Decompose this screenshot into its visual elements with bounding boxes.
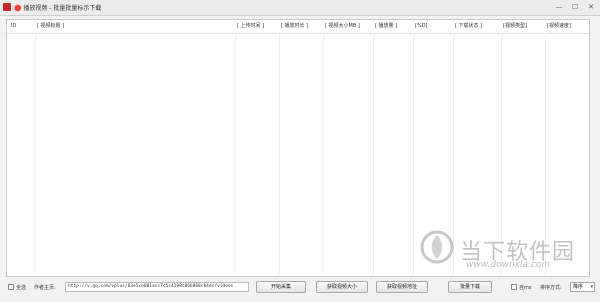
column-header-download-status[interactable]: [ 下载状态 ]: [453, 20, 501, 33]
column-divider: [373, 33, 374, 276]
watermark-logo-icon: [420, 230, 454, 264]
column-header-video-type[interactable]: [视频类型]: [501, 20, 545, 33]
get-video-size-button[interactable]: 获取视频大小: [316, 281, 368, 293]
column-divider: [279, 33, 280, 276]
column-header-title[interactable]: [ 视频标题 ]: [35, 20, 235, 33]
auto-checkbox[interactable]: [511, 284, 517, 290]
minimize-button[interactable]: —: [552, 1, 566, 13]
homepage-label: 作者主页:: [34, 285, 56, 291]
column-header-views[interactable]: [ 播放量 ]: [373, 20, 413, 33]
column-divider: [323, 33, 324, 276]
homepage-url-input[interactable]: http://v.qq.com/vplus/83e5ce081acc7c5c41…: [65, 282, 249, 292]
list-header: ID [ 视频标题 ] [ 上传时间 ] [ 播放时长 ] [ 视频大小MB ]…: [7, 20, 589, 34]
sort-order-select[interactable]: 降序 ▾: [570, 282, 595, 292]
bottom-toolbar: 全选 作者主页: http://v.qq.com/vplus/83e5ce081…: [0, 279, 600, 302]
select-all-label: 全选: [16, 285, 27, 291]
app-icon: [3, 3, 11, 11]
column-header-video-speed[interactable]: [视频速度]: [545, 20, 589, 33]
auto-label: 自ms: [519, 285, 532, 291]
column-divider: [235, 33, 236, 276]
window-title: 🔴 播放视频 - 批量批量标示下载: [14, 5, 102, 12]
column-header-upload-time[interactable]: [ 上传时间 ]: [235, 20, 279, 33]
sort-order-value: 降序: [573, 284, 584, 290]
maximize-button[interactable]: ☐: [568, 1, 582, 13]
chevron-down-icon: ▾: [590, 284, 593, 290]
column-header-id[interactable]: ID: [9, 20, 35, 33]
watermark-url: www.downxia.com: [466, 260, 551, 270]
column-header-percent[interactable]: [%D]: [413, 20, 453, 33]
get-video-url-button[interactable]: 获取视频地址: [376, 281, 428, 293]
start-collect-button[interactable]: 开始采集: [256, 281, 306, 293]
title-bar: 🔴 播放视频 - 批量批量标示下载 — ☐ ✕: [0, 0, 600, 16]
batch-download-button[interactable]: 批量下载: [448, 281, 492, 293]
sort-label: 排序方式:: [540, 285, 562, 291]
column-divider: [413, 33, 414, 276]
column-divider: [35, 33, 36, 276]
close-button[interactable]: ✕: [584, 1, 598, 13]
column-header-duration[interactable]: [ 播放时长 ]: [279, 20, 323, 33]
app-window: 🔴 播放视频 - 批量批量标示下载 — ☐ ✕ ID [ 视频标题 ] [ 上传…: [0, 0, 600, 302]
column-header-size[interactable]: [ 视频大小MB ]: [323, 20, 373, 33]
select-all-checkbox[interactable]: [8, 284, 14, 290]
